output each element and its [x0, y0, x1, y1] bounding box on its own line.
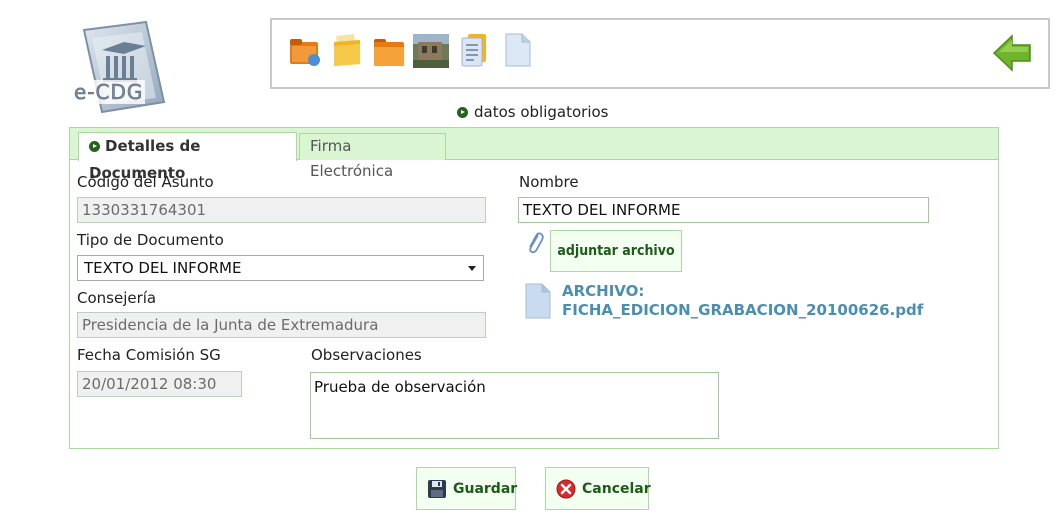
- folders-icon[interactable]: [330, 30, 364, 70]
- blank-document-icon[interactable]: [500, 30, 534, 70]
- tipo-documento-select[interactable]: TEXTO DEL INFORME: [77, 255, 484, 281]
- fecha-field[interactable]: 20/01/2012 08:30: [77, 371, 242, 397]
- paperclip-icon: [529, 232, 544, 254]
- archivo-label: ARCHIVO:: [562, 282, 645, 300]
- photo-icon[interactable]: [412, 30, 450, 70]
- attached-file-link[interactable]: ARCHIVO: FICHA_EDICION_GRABACION_2010062…: [562, 282, 923, 320]
- fecha-label: Fecha Comisión SG: [77, 346, 221, 364]
- save-label: Guardar: [453, 481, 518, 497]
- active-tab-bullet-icon: [89, 141, 100, 152]
- save-button[interactable]: Guardar: [416, 467, 518, 510]
- tipo-documento-value: TEXTO DEL INFORME: [84, 259, 242, 277]
- tab-bar: Detalles de Documento Firma Electrónica: [70, 128, 998, 182]
- document-list-icon[interactable]: [458, 30, 492, 70]
- floppy-disk-icon: [428, 480, 446, 498]
- chevron-down-icon: [468, 266, 476, 271]
- cancel-label: Cancelar: [582, 481, 651, 497]
- consejeria-label: Consejería: [77, 289, 157, 307]
- file-icon[interactable]: [524, 282, 552, 320]
- consejeria-field[interactable]: Presidencia de la Junta de Extremadura: [77, 312, 486, 338]
- document-panel: Detalles de Documento Firma Electrónica …: [69, 127, 999, 449]
- back-arrow-icon[interactable]: [992, 32, 1034, 74]
- required-fields-text: datos obligatorios: [474, 103, 609, 121]
- attach-file-button[interactable]: adjuntar archivo: [550, 230, 682, 272]
- logo-text: e-CDG: [72, 80, 146, 104]
- folder-icon[interactable]: [372, 30, 406, 70]
- tab-label: Firma Electrónica: [310, 137, 394, 180]
- folder-shared-icon[interactable]: [288, 30, 322, 70]
- tab-firma-electronica[interactable]: Firma Electrónica: [299, 133, 446, 180]
- codigo-label: Código del Asunto: [77, 173, 214, 191]
- nombre-label: Nombre: [519, 173, 579, 191]
- observaciones-label: Observaciones: [311, 346, 422, 364]
- required-fields-note: datos obligatorios: [457, 103, 609, 121]
- observaciones-textarea[interactable]: Prueba de observación: [310, 372, 719, 439]
- cancel-button[interactable]: Cancelar: [545, 467, 651, 510]
- toolbar: [270, 18, 1050, 89]
- archivo-name: FICHA_EDICION_GRABACION_20100626.pdf: [562, 301, 924, 319]
- required-bullet-icon: [457, 107, 468, 118]
- tab-detalles-documento[interactable]: Detalles de Documento: [78, 132, 297, 182]
- tipo-documento-label: Tipo de Documento: [77, 231, 224, 249]
- cancel-x-icon: [556, 479, 576, 499]
- codigo-field[interactable]: 1330331764301: [77, 197, 486, 223]
- nombre-field[interactable]: TEXTO DEL INFORME: [518, 197, 929, 223]
